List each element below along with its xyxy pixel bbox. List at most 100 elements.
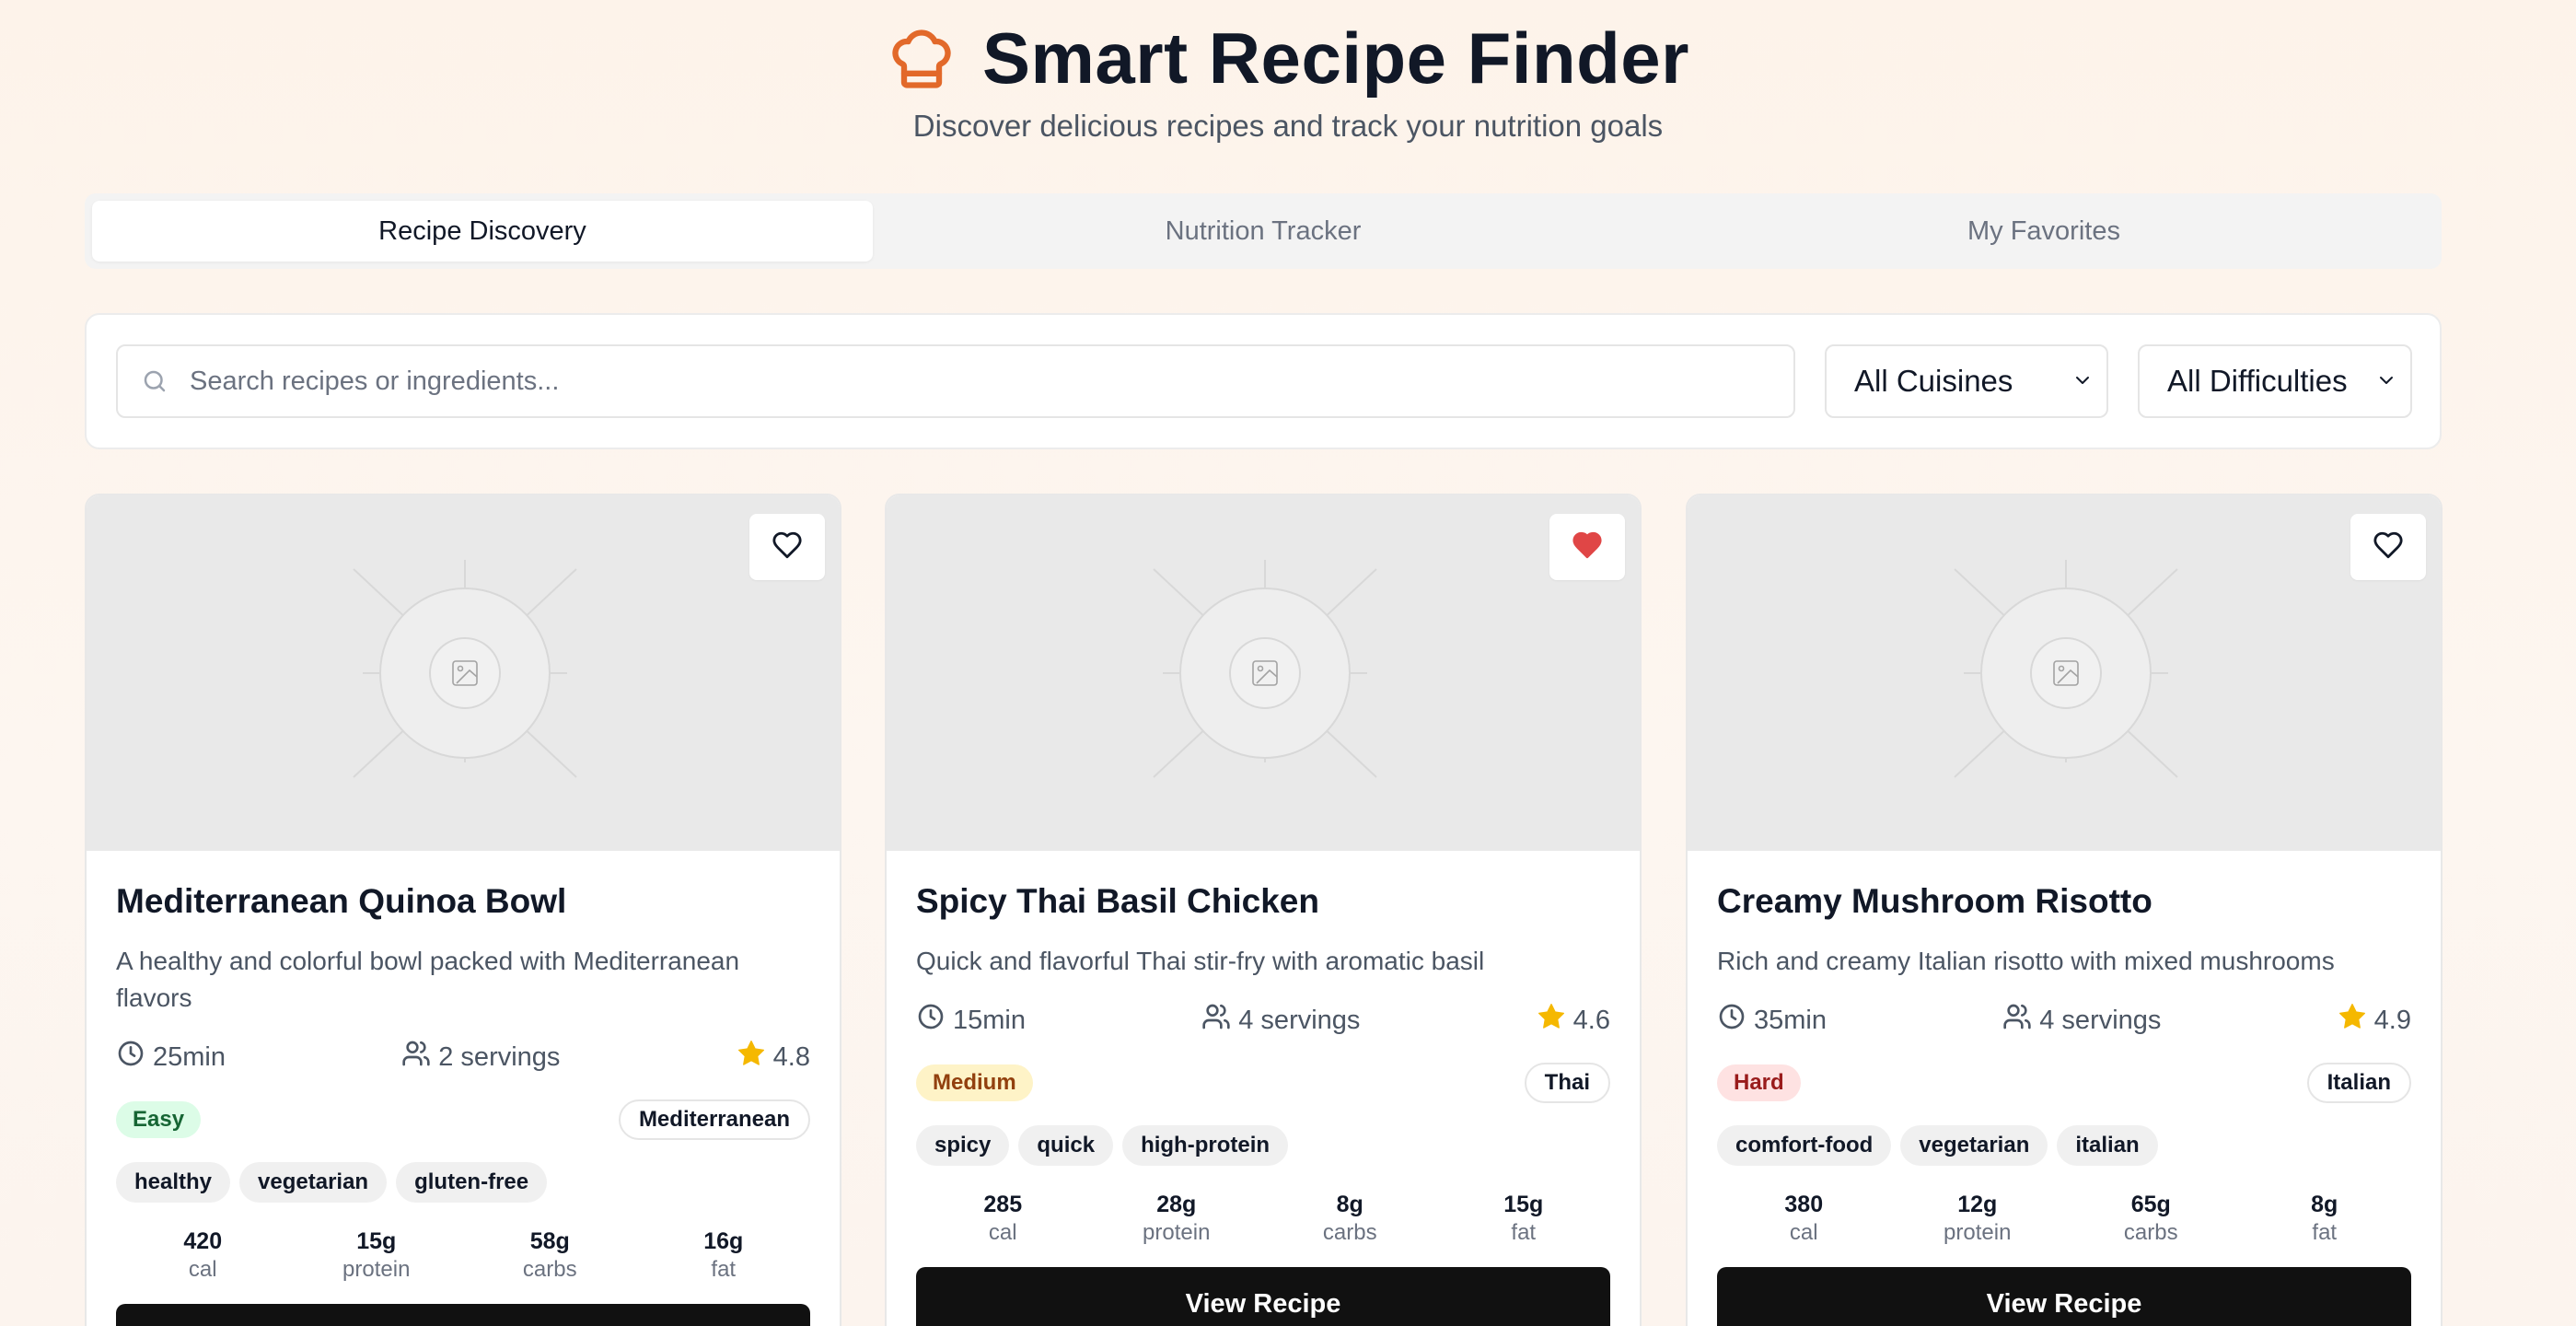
nutrition-item-fat: 8g fat [2238, 1190, 2412, 1247]
favorite-button[interactable] [1549, 514, 1625, 580]
difficulty-select[interactable]: All Difficulties [2138, 344, 2412, 418]
nutrition-value: 420 [183, 1228, 223, 1254]
view-recipe-button[interactable]: View Recipe [1717, 1267, 2411, 1326]
cuisine-select[interactable]: All Cuisines [1825, 344, 2108, 418]
favorite-button[interactable] [749, 514, 825, 580]
tab-nutrition-tracker[interactable]: Nutrition Tracker [873, 201, 1654, 262]
chevron-down-icon [2375, 364, 2397, 399]
recipe-tags: spicy quick high-protein [916, 1125, 1610, 1166]
recipe-image [887, 495, 1640, 851]
recipe-servings: 2 servings [401, 1039, 560, 1076]
recipe-tags: comfort-food vegetarian italian [1717, 1125, 2411, 1166]
recipe-servings-value: 2 servings [438, 1041, 561, 1072]
recipe-servings-value: 4 servings [2039, 1005, 2162, 1035]
recipe-meta: 15min 4 servings 4.6 [916, 1002, 1610, 1039]
recipe-rating: 4.8 [737, 1039, 810, 1076]
recipe-badges: Hard Italian [1717, 1063, 2411, 1103]
image-placeholder-icon [1153, 560, 1377, 778]
search-box [116, 344, 1795, 418]
app-header: Smart Recipe Finder Discover delicious r… [0, 0, 2576, 166]
recipe-badges: Medium Thai [916, 1063, 1610, 1103]
recipe-title: Creamy Mushroom Risotto [1717, 882, 2152, 920]
nutrition-item-protein: 28g protein [1090, 1190, 1264, 1247]
recipe-card-body: Spicy Thai Basil Chicken Quick and flavo… [916, 880, 1610, 1326]
filter-bar: All Cuisines All Difficulties [85, 313, 2442, 449]
tab-recipe-discovery[interactable]: Recipe Discovery [92, 201, 873, 262]
favorite-button[interactable] [2350, 514, 2426, 580]
image-placeholder-icon [353, 560, 577, 778]
recipe-badges: Easy Mediterranean [116, 1099, 810, 1140]
recipe-tag: spicy [916, 1125, 1010, 1166]
app-subtitle: Discover delicious recipes and track you… [912, 109, 1664, 143]
nutrition-value: 65g [2130, 1192, 2171, 1217]
cuisine-badge: Italian [2306, 1063, 2411, 1103]
recipe-meta: 25min 2 servings 4.8 [116, 1039, 810, 1076]
star-icon [737, 1039, 766, 1076]
nutrition-value: 285 [983, 1192, 1023, 1217]
heart-icon [1572, 529, 1603, 565]
difficulty-badge: Hard [1717, 1064, 1801, 1101]
nutrition-label: cal [988, 1220, 1017, 1245]
recipe-time-value: 15min [953, 1005, 1026, 1035]
nutrition-label: cal [1789, 1220, 1818, 1245]
search-input[interactable] [171, 346, 1793, 416]
recipe-image [1688, 495, 2441, 851]
chevron-down-icon [2071, 364, 2094, 399]
nutrition-item-carbs: 58g carbs [463, 1227, 637, 1284]
recipe-description: A healthy and colorful bowl packed with … [116, 947, 740, 1012]
cuisine-select-value: All Cuisines [1854, 364, 2013, 398]
nutrition-item-cal: 380 cal [1717, 1190, 1891, 1247]
nutrition-item-fat: 15g fat [1437, 1190, 1611, 1247]
nutrition-item-fat: 16g fat [637, 1227, 811, 1284]
recipe-servings: 4 servings [2002, 1002, 2161, 1039]
users-icon [2002, 1002, 2032, 1039]
recipe-rating: 4.6 [1537, 1002, 1610, 1039]
recipe-description: Rich and creamy Italian risotto with mix… [1717, 947, 2335, 975]
nutrition-value: 8g [2311, 1192, 2338, 1217]
nutrition-label: carbs [522, 1257, 577, 1282]
recipe-nutrition: 380 cal 12g protein 65g carbs 8g fat [1717, 1190, 2411, 1247]
recipe-tag: italian [2057, 1125, 2158, 1166]
users-icon [401, 1039, 431, 1076]
recipe-card-body: Mediterranean Quinoa Bowl A healthy and … [116, 880, 810, 1326]
difficulty-badge: Medium [916, 1064, 1033, 1101]
recipe-card[interactable]: Spicy Thai Basil Chicken Quick and flavo… [885, 494, 1642, 1326]
view-recipe-button[interactable]: View Recipe [916, 1267, 1610, 1326]
nutrition-label: protein [342, 1257, 411, 1282]
recipe-rating: 4.9 [2338, 1002, 2411, 1039]
view-recipe-button[interactable]: View Recipe [116, 1304, 810, 1326]
nutrition-label: protein [1143, 1220, 1211, 1245]
nutrition-label: fat [711, 1257, 737, 1282]
recipe-meta: 35min 4 servings 4.9 [1717, 1002, 2411, 1039]
recipe-rating-value: 4.9 [2373, 1005, 2411, 1035]
nutrition-label: cal [188, 1257, 217, 1282]
recipe-title: Mediterranean Quinoa Bowl [116, 882, 567, 920]
heart-icon [2373, 529, 2404, 565]
image-placeholder-icon [1954, 560, 2178, 778]
app-title: Smart Recipe Finder [981, 17, 1690, 99]
recipe-rating-value: 4.8 [772, 1041, 810, 1072]
nutrition-item-cal: 420 cal [116, 1227, 290, 1284]
heart-icon [772, 529, 803, 565]
nutrition-label: carbs [1322, 1220, 1377, 1245]
nutrition-value: 58g [529, 1228, 570, 1254]
title-row: Smart Recipe Finder [0, 17, 2576, 100]
tab-my-favorites[interactable]: My Favorites [1654, 201, 2434, 262]
recipe-title: Spicy Thai Basil Chicken [916, 882, 1319, 920]
nutrition-item-cal: 285 cal [916, 1190, 1090, 1247]
recipe-servings-value: 4 servings [1238, 1005, 1361, 1035]
recipe-tag: gluten-free [396, 1162, 548, 1203]
users-icon [1201, 1002, 1231, 1039]
recipe-rating-value: 4.6 [1572, 1005, 1610, 1035]
nutrition-value: 16g [703, 1228, 744, 1254]
nutrition-value: 15g [356, 1228, 397, 1254]
recipe-time-value: 25min [153, 1041, 226, 1072]
recipe-tag: quick [1018, 1125, 1114, 1166]
recipe-card[interactable]: Mediterranean Quinoa Bowl A healthy and … [85, 494, 841, 1326]
nutrition-value: 380 [1784, 1192, 1824, 1217]
nutrition-label: protein [1944, 1220, 2012, 1245]
cuisine-badge: Mediterranean [618, 1099, 810, 1140]
nutrition-item-protein: 15g protein [290, 1227, 464, 1284]
recipe-tag: vegetarian [1900, 1125, 2048, 1166]
recipe-card[interactable]: Creamy Mushroom Risotto Rich and creamy … [1686, 494, 2443, 1326]
